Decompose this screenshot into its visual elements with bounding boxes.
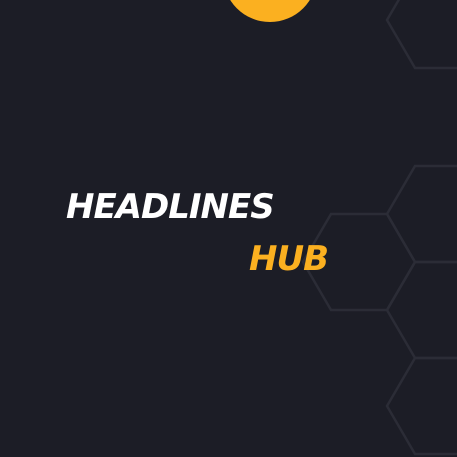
hexagon-outline-bottom-right xyxy=(385,356,457,456)
hexagon-outline-mid-right xyxy=(385,164,457,264)
brand-subtitle: HUB xyxy=(249,239,329,279)
hexagon-outline-lower-right xyxy=(385,260,457,360)
hexagon-outline-top-right xyxy=(385,0,457,70)
hexagon-pattern-decoration xyxy=(301,0,457,456)
brand-title: HEADLINES xyxy=(66,187,275,227)
logo-canvas: HEADLINES HUB xyxy=(0,0,457,457)
